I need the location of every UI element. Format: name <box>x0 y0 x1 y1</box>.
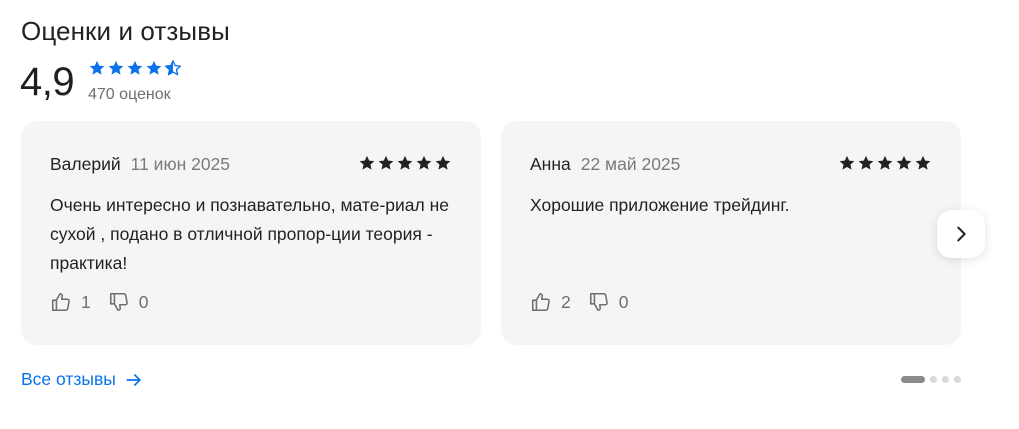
star-icon <box>146 60 162 75</box>
dislike-count: 0 <box>618 291 629 312</box>
average-rating-stars <box>88 59 182 77</box>
star-icon <box>378 155 394 170</box>
star-icon <box>435 155 451 170</box>
star-icon <box>839 155 855 170</box>
dislike-button[interactable]: 0 <box>588 291 629 313</box>
thumbs-up-icon <box>531 292 550 312</box>
thumbs-down-icon <box>109 292 128 312</box>
carousel-pagination <box>901 376 961 383</box>
pagination-dot-active[interactable] <box>901 376 925 383</box>
review-date: 22 май 2025 <box>580 154 681 174</box>
like-button[interactable]: 1 <box>50 291 91 313</box>
like-count: 2 <box>561 291 571 312</box>
review-text: Очень интересно и познавательно, мате-ри… <box>50 195 449 273</box>
star-icon <box>915 155 931 170</box>
star-icon <box>359 155 375 170</box>
review-text: Хорошие приложение трейдинг. <box>530 195 790 215</box>
review-header: Анна 22 май 2025 <box>530 154 680 175</box>
pagination-dot[interactable] <box>930 376 937 383</box>
review-stars <box>838 154 932 172</box>
half-star-icon <box>164 60 182 76</box>
star-icon <box>416 155 432 170</box>
review-author: Валерий <box>50 154 121 174</box>
star-icon <box>877 155 893 170</box>
like-button[interactable]: 2 <box>530 291 571 313</box>
all-reviews-link[interactable]: Все отзывы <box>21 369 144 390</box>
average-rating: 4,9 <box>20 60 75 104</box>
star-icon <box>397 155 413 170</box>
all-reviews-label: Все отзывы <box>21 369 116 389</box>
star-icon <box>108 60 124 75</box>
dislike-count: 0 <box>138 291 149 312</box>
next-review-button[interactable] <box>937 210 985 258</box>
rating-count: 470 оценок <box>88 86 171 103</box>
star-icon <box>858 155 874 170</box>
thumbs-up-icon <box>51 292 70 312</box>
review-card: Валерий 11 июн 2025 Очень интересно и по… <box>21 121 481 345</box>
review-card: Анна 22 май 2025 Хорошие приложение трей… <box>501 121 961 345</box>
review-votes: 1 0 <box>50 291 165 313</box>
star-icon <box>127 60 143 75</box>
star-icon <box>89 60 105 75</box>
review-stars <box>358 154 452 172</box>
pagination-dot[interactable] <box>954 376 961 383</box>
thumbs-down-icon <box>589 292 608 312</box>
review-votes: 2 0 <box>530 291 645 313</box>
review-header: Валерий 11 июн 2025 <box>50 154 230 175</box>
review-date: 11 июн 2025 <box>130 154 231 174</box>
arrow-right-icon <box>126 373 141 386</box>
section-title: Оценки и отзывы <box>21 16 230 46</box>
like-count: 1 <box>81 291 91 312</box>
dislike-button[interactable]: 0 <box>108 291 149 313</box>
pagination-dot[interactable] <box>942 376 949 383</box>
chevron-right-icon <box>957 226 966 242</box>
review-author: Анна <box>530 154 571 174</box>
star-icon <box>896 155 912 170</box>
